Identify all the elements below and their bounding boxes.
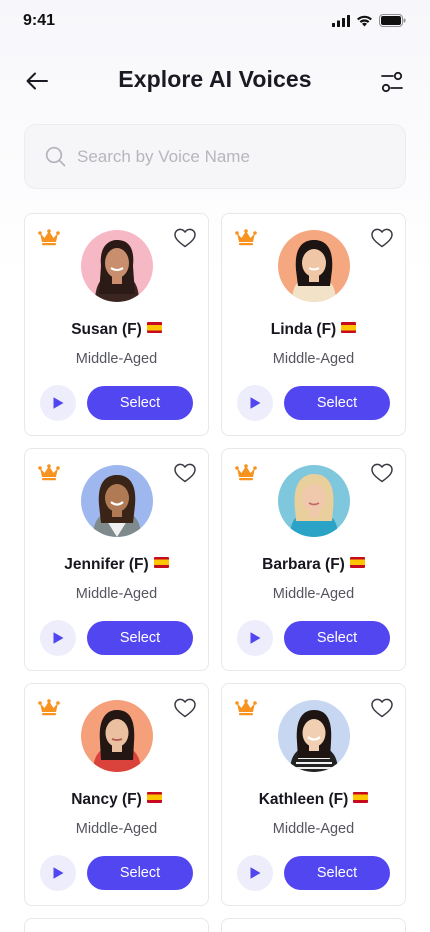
crown-icon <box>38 699 60 716</box>
voice-age: Middle-Aged <box>272 821 355 837</box>
voice-card-kathleen[interactable]: Kathleen (F) Middle-Aged Select <box>221 683 406 906</box>
voice-age: Middle-Aged <box>75 821 158 837</box>
filter-sliders-icon <box>381 71 403 93</box>
crown-icon <box>38 229 60 246</box>
avatar <box>81 230 153 302</box>
select-button[interactable]: Select <box>284 386 390 420</box>
play-button[interactable] <box>237 385 273 421</box>
select-button[interactable]: Select <box>87 386 193 420</box>
filter-button[interactable] <box>376 66 408 98</box>
page-title: Explore AI Voices <box>118 66 312 92</box>
status-icons <box>332 14 406 27</box>
status-bar: 9:41 <box>0 0 430 44</box>
select-button[interactable]: Select <box>284 621 390 655</box>
voice-card-linda[interactable]: Linda (F) Middle-Aged Select <box>221 213 406 436</box>
select-button[interactable]: Select <box>284 856 390 890</box>
play-icon <box>53 632 64 644</box>
play-icon <box>250 397 261 409</box>
voice-name: Kathleen (F) <box>222 791 405 809</box>
avatar <box>278 700 350 772</box>
header: Explore AI Voices <box>0 58 430 104</box>
voice-name: Jennifer (F) <box>25 556 208 574</box>
status-time: 9:41 <box>23 12 56 29</box>
voice-card-nancy[interactable]: Nancy (F) Middle-Aged Select <box>24 683 209 906</box>
select-button[interactable]: Select <box>87 856 193 890</box>
heart-outline-icon[interactable] <box>173 226 197 250</box>
voice-card-partial[interactable] <box>24 918 209 932</box>
voice-card-susan[interactable]: Susan (F) Middle-Aged Select <box>24 213 209 436</box>
crown-icon <box>235 464 257 481</box>
battery-icon <box>379 14 406 27</box>
avatar <box>81 700 153 772</box>
wifi-icon <box>357 15 372 26</box>
spain-flag-icon <box>146 792 162 803</box>
spain-flag-icon <box>146 322 162 333</box>
play-icon <box>250 632 261 644</box>
play-icon <box>53 867 64 879</box>
avatar <box>81 465 153 537</box>
spain-flag-icon <box>349 557 365 568</box>
voice-name: Nancy (F) <box>25 791 208 809</box>
voice-age: Middle-Aged <box>272 586 355 602</box>
crown-icon <box>38 464 60 481</box>
voice-name: Susan (F) <box>25 321 208 339</box>
play-button[interactable] <box>237 855 273 891</box>
play-icon <box>250 867 261 879</box>
voice-age: Middle-Aged <box>75 586 158 602</box>
play-button[interactable] <box>40 620 76 656</box>
spain-flag-icon <box>153 557 169 568</box>
play-button[interactable] <box>237 620 273 656</box>
search-box[interactable] <box>24 124 406 189</box>
spain-flag-icon <box>353 792 369 803</box>
heart-outline-icon[interactable] <box>370 696 394 720</box>
signal-icon <box>332 14 350 27</box>
play-icon <box>53 397 64 409</box>
voice-card-partial[interactable] <box>221 918 406 932</box>
heart-outline-icon[interactable] <box>370 226 394 250</box>
select-button[interactable]: Select <box>87 621 193 655</box>
heart-outline-icon[interactable] <box>173 461 197 485</box>
voice-name: Barbara (F) <box>222 556 405 574</box>
voice-grid: Susan (F) Middle-Aged Select Linda (F) M… <box>24 213 406 906</box>
avatar <box>278 465 350 537</box>
crown-icon <box>235 699 257 716</box>
avatar <box>278 230 350 302</box>
crown-icon <box>235 229 257 246</box>
heart-outline-icon[interactable] <box>173 696 197 720</box>
search-input[interactable] <box>77 146 377 167</box>
voice-name: Linda (F) <box>222 321 405 339</box>
search-icon <box>45 146 67 168</box>
voice-age: Middle-Aged <box>272 351 355 367</box>
voice-card-jennifer[interactable]: Jennifer (F) Middle-Aged Select <box>24 448 209 671</box>
voice-card-barbara[interactable]: Barbara (F) Middle-Aged Select <box>221 448 406 671</box>
play-button[interactable] <box>40 855 76 891</box>
heart-outline-icon[interactable] <box>370 461 394 485</box>
voice-age: Middle-Aged <box>75 351 158 367</box>
spain-flag-icon <box>341 322 357 333</box>
play-button[interactable] <box>40 385 76 421</box>
